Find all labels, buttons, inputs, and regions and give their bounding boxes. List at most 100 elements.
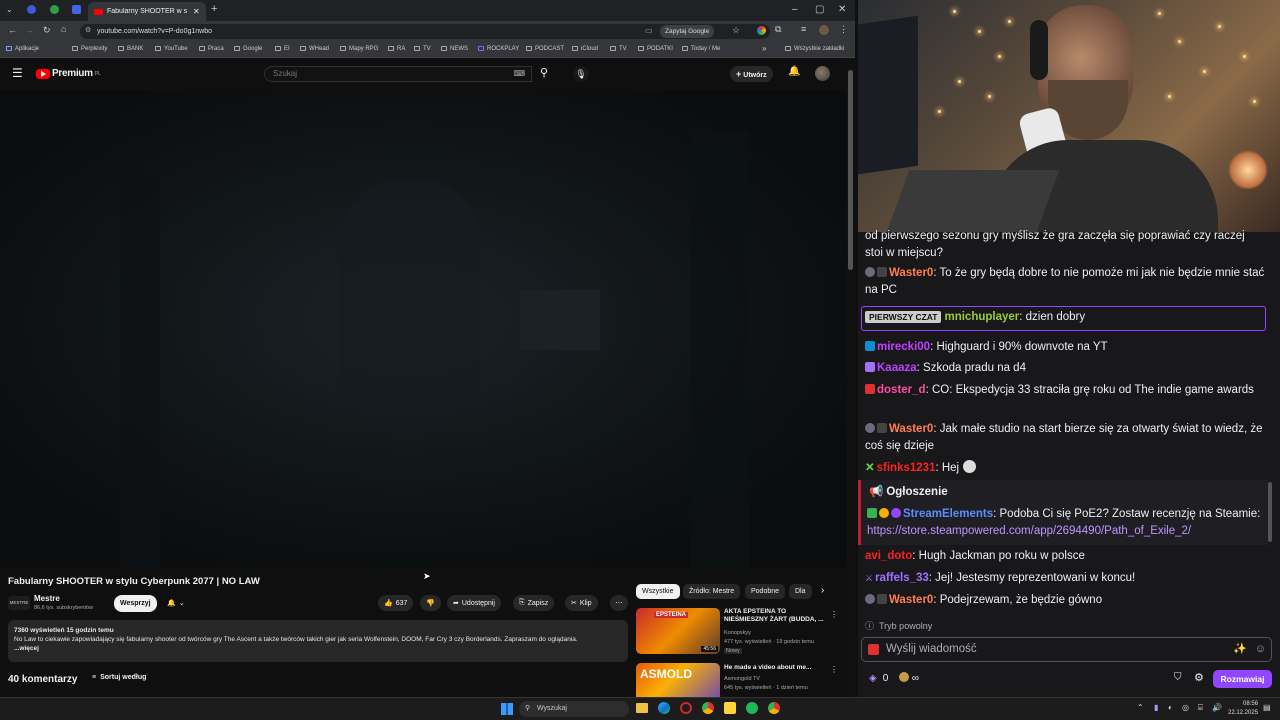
notifications-bell-icon[interactable]: 🔔 <box>788 66 800 77</box>
page-scrollbar-thumb[interactable] <box>848 70 853 270</box>
channel-points[interactable]: ◈ 0 ∞ <box>869 672 919 684</box>
video-player[interactable] <box>0 90 847 567</box>
notification-settings-button[interactable]: 🔔 ⌄ <box>161 595 191 611</box>
chrome-icon[interactable] <box>702 702 714 714</box>
bookmark-item[interactable]: ROCKPLAY <box>478 46 519 52</box>
clock[interactable]: 08:56 22.12.2025 <box>1228 700 1258 718</box>
back-icon[interactable]: ← <box>8 25 17 35</box>
chat-username[interactable]: avi_doto <box>865 550 912 562</box>
bookmark-item[interactable]: NEWS <box>441 46 468 52</box>
hamburger-menu-icon[interactable]: ☰ <box>12 66 23 80</box>
star-icon[interactable]: ☆ <box>732 25 740 36</box>
search-input[interactable]: Szukaj ⌨ <box>264 66 532 82</box>
chip-next-icon[interactable]: › <box>821 585 824 596</box>
browser-menu-icon[interactable]: ⋮ <box>839 24 848 35</box>
save-button[interactable]: ⎘ Zapisz <box>513 595 555 611</box>
extension-icon-1[interactable] <box>757 26 766 35</box>
bookmark-item[interactable]: WHead <box>300 46 329 52</box>
ask-google-button[interactable]: Zapytaj Google <box>660 25 715 38</box>
bookmark-item[interactable]: PODCAST <box>526 46 564 52</box>
chip-source[interactable]: Źródło: Mestre <box>683 584 741 599</box>
clip-button[interactable]: ✂ Klip <box>565 595 598 611</box>
extensions-icon[interactable]: ⧉ <box>775 24 781 35</box>
chip-all[interactable]: Wszystkie <box>636 584 680 599</box>
bookmark-item[interactable]: EI <box>275 46 290 52</box>
site-info-icon[interactable]: ⚙ <box>85 26 91 34</box>
more-actions-button[interactable]: ⋯ <box>610 595 628 611</box>
spotify-icon[interactable] <box>746 702 758 714</box>
bookmark-item[interactable]: Aplikacje <box>6 46 39 52</box>
chip-similar[interactable]: Podobne <box>745 584 786 599</box>
address-bar[interactable]: ⚙ youtube.com/watch?v=P-do0g1nwbo ▭ Zapy… <box>80 24 770 39</box>
shield-icon[interactable]: ⛉ <box>1174 672 1182 683</box>
chat-username[interactable]: mnichuplayer <box>944 311 1019 323</box>
tab-favicon-2[interactable] <box>50 5 59 14</box>
account-avatar[interactable] <box>815 66 830 81</box>
volume-icon[interactable]: 🔊 <box>1212 703 1222 712</box>
new-tab-icon[interactable]: + <box>211 3 217 15</box>
share-button[interactable]: ➦ Udostępnij <box>447 595 501 611</box>
minimize-icon[interactable]: – <box>792 4 798 15</box>
description-box[interactable]: 7360 wyświetleń 15 godzin temu No Law to… <box>8 620 628 662</box>
bookmark-item[interactable]: BANK <box>118 46 143 52</box>
forward-icon[interactable]: → <box>25 25 34 35</box>
tray-icon[interactable]: ◐ <box>1168 703 1173 712</box>
emote-picker-icon[interactable]: ☺ <box>1255 638 1266 661</box>
sticky-notes-icon[interactable] <box>724 702 736 714</box>
bookmark-item[interactable]: RA <box>388 46 405 52</box>
bookmark-item[interactable]: Google <box>234 46 262 52</box>
tab-close-icon[interactable]: ✕ <box>193 7 200 16</box>
chat-username[interactable]: Kaaaza <box>877 362 917 374</box>
reading-list-icon[interactable]: ≡ <box>801 24 806 34</box>
app-icon[interactable] <box>680 702 692 714</box>
edge-icon[interactable] <box>658 702 670 714</box>
bookmark-item[interactable]: Perplexity <box>72 46 107 52</box>
tab-active[interactable]: Fabularny SHOOTER w stylu ✕ <box>88 2 206 21</box>
bits-icon[interactable]: ✨ <box>1233 638 1247 661</box>
bookmark-item[interactable]: iCloud <box>572 46 598 52</box>
join-button[interactable]: Wesprzyj <box>114 595 157 612</box>
file-explorer-icon[interactable] <box>636 703 648 713</box>
chat-username[interactable]: raffels_33 <box>875 572 929 584</box>
cast-icon[interactable]: ▭ <box>645 26 653 35</box>
chat-username[interactable]: sfinks1231 <box>877 462 936 474</box>
channel-avatar[interactable]: MESTRE <box>8 596 30 610</box>
tab-menu-icon[interactable]: ⌄ <box>6 5 13 14</box>
reload-icon[interactable]: ↻ <box>43 25 51 36</box>
gear-icon[interactable]: ⚙ <box>1194 671 1204 684</box>
bookmark-item[interactable]: Today / Me <box>682 46 720 52</box>
bookmark-item[interactable]: YouTube <box>155 46 188 52</box>
bookmark-item[interactable]: PODATKI <box>638 46 673 52</box>
tab-favicon-3[interactable] <box>72 5 81 14</box>
youtube-logo[interactable]: Premium PL <box>36 68 101 79</box>
windows-start-icon[interactable] <box>501 703 513 715</box>
chat-input[interactable]: Wyślij wiadomość ✨ ☺ <box>861 637 1272 662</box>
chrome-active-icon[interactable] <box>768 702 780 714</box>
tab-favicon-1[interactable] <box>27 5 36 14</box>
maximize-icon[interactable]: ▢ <box>815 4 824 15</box>
tray-icon[interactable]: ▮ <box>1154 703 1158 712</box>
chat-username[interactable]: Waster0 <box>889 423 933 435</box>
network-icon[interactable]: ⌸ <box>1198 703 1203 713</box>
channel-name[interactable]: Mestre <box>34 594 60 603</box>
chat-username[interactable]: mirecki00 <box>877 341 930 353</box>
chat-username[interactable]: Waster0 <box>889 594 933 606</box>
bookmark-item[interactable]: Mapy RPG <box>340 46 378 52</box>
keyboard-icon[interactable]: ⌨ <box>513 67 525 81</box>
chat-username[interactable]: doster_d <box>877 384 926 396</box>
recommended-video[interactable]: EPSTEINA 45:56 AKTA EPSTEINA TO NIEŚMIES… <box>636 608 838 654</box>
close-window-icon[interactable]: ✕ <box>838 4 846 15</box>
dislike-button[interactable]: 👎 <box>420 595 441 611</box>
chat-scrollbar[interactable] <box>1268 482 1272 542</box>
notification-center-icon[interactable]: ▤ <box>1263 703 1271 712</box>
tray-chevron-icon[interactable]: ⌃ <box>1137 703 1144 712</box>
like-button[interactable]: 👍 637 <box>378 595 414 611</box>
search-icon[interactable]: ⚲ <box>540 66 548 79</box>
sort-comments-button[interactable]: ≡ Sortuj według <box>92 674 146 681</box>
profile-icon[interactable] <box>819 25 829 35</box>
create-button[interactable]: + Utwórz <box>730 66 773 82</box>
chat-link[interactable]: https://store.steampowered.com/app/26944… <box>867 525 1191 537</box>
more-bookmarks-icon[interactable]: » <box>762 44 766 53</box>
recommended-more-icon[interactable]: ⋮ <box>830 665 838 674</box>
show-more-link[interactable]: ...więcej <box>14 644 622 653</box>
